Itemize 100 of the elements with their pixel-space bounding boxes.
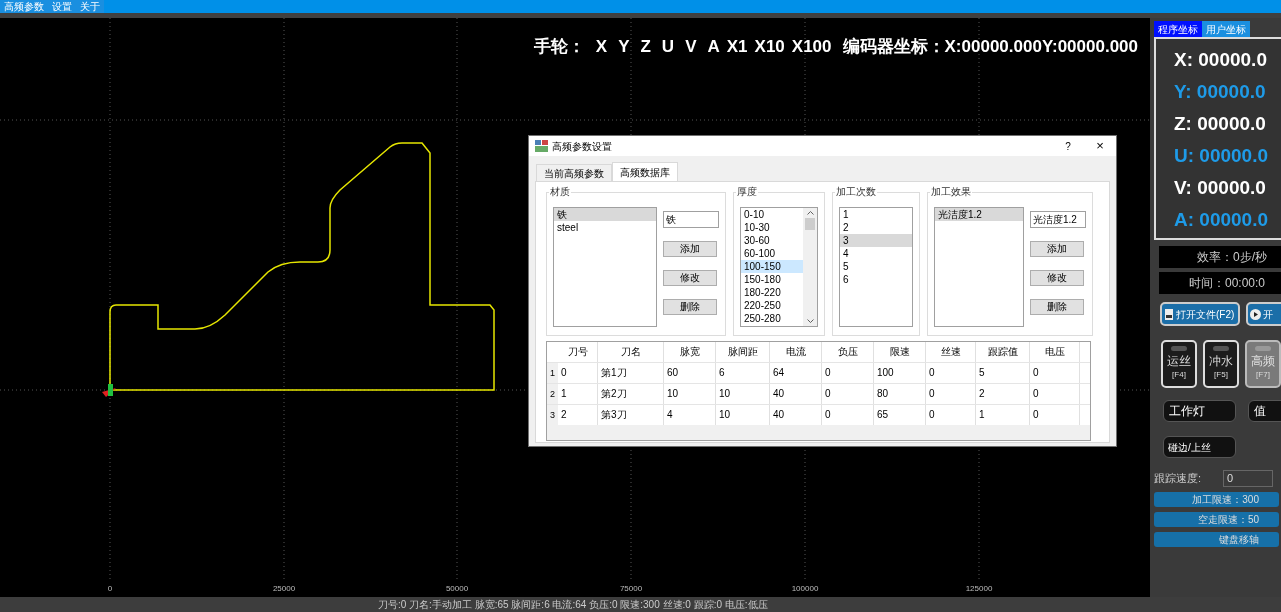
switch-button[interactable]: 工作灯	[1163, 400, 1236, 422]
text-field[interactable]: 铁	[663, 211, 719, 228]
list-item[interactable]: 铁	[554, 208, 656, 221]
axis-option[interactable]: Z	[640, 34, 651, 60]
group-title: 材质	[549, 186, 571, 198]
axis-option[interactable]: A	[707, 34, 720, 60]
track-speed-field[interactable]: 0	[1223, 470, 1274, 487]
toggle-label: 高频	[1251, 354, 1275, 368]
toggle-button[interactable]: 冲水 [F5]	[1203, 340, 1239, 388]
table-cell: 0	[822, 405, 874, 425]
axis-option[interactable]: X	[595, 34, 608, 60]
list-item[interactable]: steel	[554, 221, 656, 234]
dialog-title: 高频参数设置	[552, 139, 612, 154]
axis-label: 125000	[965, 583, 993, 595]
app-icon	[535, 140, 548, 152]
encoder-x: X:00000.000	[944, 36, 1042, 58]
table-cell: 2	[558, 405, 598, 425]
step-option[interactable]: X10	[754, 34, 785, 60]
list-item[interactable]: 100-150	[741, 260, 803, 273]
file-button[interactable]: 开	[1246, 302, 1281, 326]
scrollbar[interactable]	[803, 208, 817, 326]
dialog-tab[interactable]: 高频数据库	[612, 162, 678, 181]
group-title: 加工效果	[930, 186, 972, 198]
list-item[interactable]: 2	[840, 221, 912, 234]
axis-option[interactable]: Y	[618, 34, 630, 60]
dialog-button[interactable]: 删除	[663, 299, 717, 315]
list-item[interactable]: 10-30	[741, 221, 803, 234]
axis-option[interactable]: V	[685, 34, 697, 60]
dialog-button[interactable]: 添加	[663, 241, 717, 257]
list-item[interactable]: 6	[840, 273, 912, 286]
indicator-light	[1171, 346, 1187, 351]
list-box[interactable]: 光洁度1.2	[934, 207, 1024, 327]
list-item[interactable]: 3	[840, 234, 912, 247]
table-cell: 第3刀	[598, 405, 664, 425]
indicator-light	[1255, 346, 1271, 351]
list-item[interactable]: 150-180	[741, 273, 803, 286]
dialog-tab[interactable]: 当前高频参数	[536, 164, 612, 181]
key-hint: [F5]	[1214, 369, 1228, 381]
file-button[interactable]: 打开文件(F2)	[1160, 302, 1240, 326]
step-option[interactable]: X100	[791, 34, 832, 60]
dialog-button[interactable]: 删除	[1030, 299, 1084, 315]
axis-label: 50000	[445, 583, 469, 595]
group-title: 厚度	[736, 186, 758, 198]
table-cell: 0	[1030, 405, 1080, 425]
list-item[interactable]: 5	[840, 260, 912, 273]
switch-button[interactable]: 碰边/上丝	[1163, 436, 1236, 458]
coordinate-tab[interactable]: 程序坐标	[1154, 21, 1202, 37]
setting-bar[interactable]: 空走限速：50	[1154, 512, 1279, 527]
indicator-light	[1213, 346, 1229, 351]
list-item[interactable]: 250-280	[741, 312, 803, 325]
origin-icon	[102, 384, 116, 397]
list-item[interactable]: 4	[840, 247, 912, 260]
list-item[interactable]: 220-250	[741, 299, 803, 312]
coordinate-value: V: 00000.0	[1174, 176, 1267, 200]
setting-bar[interactable]: 加工限速：300	[1154, 492, 1279, 507]
axis-option[interactable]: U	[661, 34, 675, 60]
dialog-button[interactable]: 添加	[1030, 241, 1084, 257]
axis-label: 25000	[272, 583, 296, 595]
toggle-button[interactable]: 运丝 [F4]	[1161, 340, 1197, 388]
list-item[interactable]: 60-100	[741, 247, 803, 260]
dialog-button[interactable]: 修改	[1030, 270, 1084, 286]
list-box[interactable]: 1 2 3 4 5 6	[839, 207, 913, 327]
table-cell: 10	[716, 405, 770, 425]
table-cell: 65	[874, 405, 926, 425]
axis-label: 100000	[791, 583, 819, 595]
encoder-y: Y:00000.000	[1041, 36, 1138, 58]
switch-button[interactable]: 值	[1248, 400, 1281, 422]
list-item[interactable]: 0-10	[741, 208, 803, 221]
scrollbar-thumb[interactable]	[805, 218, 815, 230]
close-button[interactable]: ×	[1090, 136, 1110, 156]
table-cell: 4	[664, 405, 716, 425]
table-cell: 40	[770, 405, 822, 425]
coordinate-value: Y: 00000.0	[1174, 80, 1267, 104]
list-box[interactable]: 0-10 10-30 30-60 60-100 100-150 150-180 180-220 220-250 250-280	[740, 207, 818, 327]
text-field[interactable]: 光洁度1.2	[1030, 211, 1086, 228]
dialog-button[interactable]: 修改	[663, 270, 717, 286]
coordinate-value: A: 00000.0	[1174, 208, 1269, 232]
toggle-label: 运丝	[1167, 354, 1191, 368]
setting-bar[interactable]: 键盘移轴	[1154, 532, 1279, 547]
status-bar: 刀号:0 刀名:手动加工 脉宽:65 脉间距:6 电流:64 负压:0 限速:300 丝速:0 跟踪:0 电压:低压	[0, 597, 1281, 612]
help-button[interactable]: ?	[1058, 138, 1078, 154]
list-item[interactable]: 30-60	[741, 234, 803, 247]
list-box[interactable]: 铁 steel	[553, 207, 657, 327]
key-hint: [F7]	[1256, 369, 1270, 381]
efficiency-readout: 效率：0步/秒	[1159, 246, 1281, 268]
row-number: 2	[547, 384, 558, 404]
group-title: 加工次数	[835, 186, 877, 198]
coordinate-value: Z: 00000.0	[1174, 112, 1267, 136]
key-hint: [F4]	[1172, 369, 1186, 381]
list-item[interactable]: 光洁度1.2	[935, 208, 1023, 221]
table-cell: 1	[976, 405, 1030, 425]
row-number: 3	[547, 405, 558, 425]
play-icon	[1250, 308, 1261, 320]
row-number: 1	[547, 363, 558, 383]
step-option[interactable]: X1	[726, 34, 748, 60]
track-speed-label: 跟踪速度:	[1154, 471, 1202, 487]
table-cell: 0	[926, 405, 976, 425]
list-item[interactable]: 1	[840, 208, 912, 221]
encoder-label: 编码器坐标：	[842, 36, 945, 58]
list-item[interactable]: 180-220	[741, 286, 803, 299]
